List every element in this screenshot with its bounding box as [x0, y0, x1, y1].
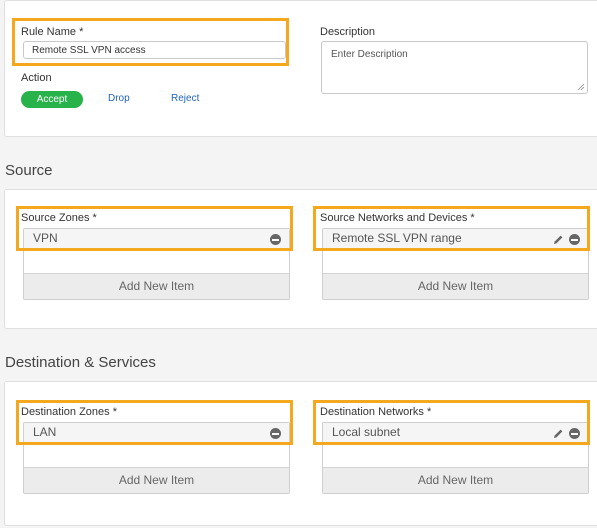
- source-zones-highlight: [16, 206, 293, 251]
- source-section-title: Source: [5, 162, 53, 179]
- rule-name-highlight: [12, 18, 289, 66]
- drop-button[interactable]: Drop: [108, 93, 130, 104]
- destination-section-title: Destination & Services: [5, 354, 156, 371]
- resize-grip-icon[interactable]: [577, 83, 585, 91]
- add-new-item-button[interactable]: Add New Item: [323, 273, 588, 299]
- source-networks-highlight: [313, 206, 590, 251]
- action-label: Action: [21, 72, 52, 84]
- add-new-item-button[interactable]: Add New Item: [24, 273, 289, 299]
- description-label: Description: [320, 26, 376, 38]
- description-placeholder: Enter Description: [331, 49, 408, 60]
- add-new-item-button[interactable]: Add New Item: [24, 467, 289, 493]
- description-field[interactable]: Enter Description: [321, 41, 588, 94]
- destination-zones-highlight: [16, 400, 293, 445]
- destination-networks-highlight: [313, 400, 590, 445]
- accept-button[interactable]: Accept: [21, 91, 83, 108]
- reject-button[interactable]: Reject: [171, 93, 199, 104]
- add-new-item-button[interactable]: Add New Item: [323, 467, 588, 493]
